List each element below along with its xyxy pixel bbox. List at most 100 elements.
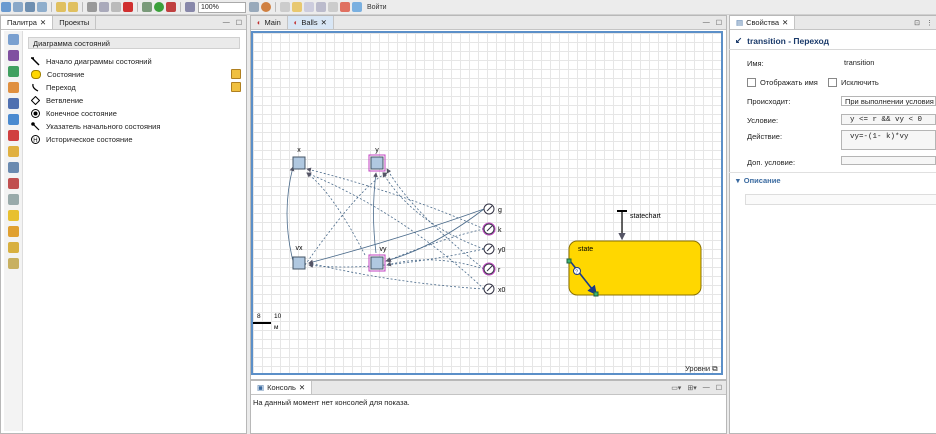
grid-icon[interactable] [280, 2, 290, 12]
variable-y[interactable] [370, 156, 384, 170]
category-actions-icon[interactable] [7, 226, 19, 237]
layout-icon[interactable] [304, 2, 314, 12]
parameter-y0[interactable]: y0 [483, 243, 506, 255]
close-icon[interactable]: ✕ [321, 18, 327, 27]
minimize-icon[interactable]: — [223, 19, 230, 26]
palette-item-history-state[interactable]: H Историческое состояние [31, 134, 132, 144]
zoom-select[interactable]: 100% [198, 1, 246, 13]
category-statechart-icon[interactable] [7, 210, 19, 221]
tab-balls[interactable]: ◐ Balls ✕ [287, 16, 334, 29]
category-connectivity-icon[interactable] [7, 242, 19, 253]
graphical-editor-canvas[interactable]: x y vx vy g k y0 r x0 statechart state ?… [251, 31, 723, 375]
palette-item-statechart-entry[interactable]: Начало диаграммы состояний [31, 56, 152, 66]
new-window-icon[interactable]: ⊡ [914, 19, 920, 27]
category-analysis-icon[interactable] [7, 50, 19, 61]
tab-projects[interactable]: Проекты [53, 16, 97, 29]
variable-vy[interactable] [370, 256, 384, 270]
levels-button[interactable]: Уровни ⧉ [685, 364, 718, 374]
category-road-icon[interactable] [7, 162, 19, 173]
scale-right-label: 10 [274, 313, 282, 320]
align-icon[interactable] [316, 2, 326, 12]
palette-section-header[interactable]: Диаграмма состояний [28, 37, 240, 49]
link-x0-x [306, 172, 485, 290]
category-agent-icon[interactable] [7, 66, 19, 77]
category-general-icon[interactable] [7, 34, 19, 45]
show-name-check[interactable] [747, 78, 756, 87]
tab-main-label: Main [264, 18, 281, 27]
copy-icon[interactable] [99, 2, 109, 12]
magnifier-icon[interactable] [249, 2, 259, 12]
pencil-icon[interactable] [231, 69, 241, 79]
close-icon[interactable]: ✕ [40, 18, 46, 27]
guard-field[interactable] [841, 156, 936, 165]
category-fluid-icon[interactable] [7, 114, 19, 125]
category-rail-icon[interactable] [7, 130, 19, 141]
levels-icon: ⧉ [712, 364, 718, 373]
occurs-select[interactable]: При выполнении условия [841, 96, 936, 106]
tab-properties[interactable]: ▤ Свойства ✕ [730, 16, 796, 29]
exclude-check[interactable] [828, 78, 837, 87]
palette-item-label: Состояние [47, 69, 85, 79]
category-pictures-icon[interactable] [7, 258, 19, 269]
build-icon[interactable] [142, 2, 152, 12]
category-pedestrian-icon[interactable] [7, 98, 19, 109]
pencil-icon[interactable] [231, 82, 241, 92]
minimize-icon[interactable]: — [703, 19, 710, 26]
open-console-icon[interactable]: ⊞▾ [687, 384, 696, 392]
maximize-icon[interactable]: ☐ [716, 384, 722, 392]
occurs-label: Происходит: [747, 97, 791, 106]
tab-palette[interactable]: Палитра ✕ [1, 16, 54, 29]
palette-item-final-state[interactable]: Конечное состояние [31, 108, 117, 118]
new-icon[interactable] [1, 2, 11, 12]
login-button[interactable]: Войти [367, 4, 387, 11]
category-presentation-icon[interactable] [7, 82, 19, 93]
warning-icon[interactable] [340, 2, 350, 12]
category-stats-icon[interactable] [7, 178, 19, 189]
tab-console[interactable]: ▣ Консоль ✕ [251, 381, 313, 394]
show-name-checkbox[interactable]: Отображать имя [747, 78, 818, 87]
parameter-x0[interactable]: x0 [483, 283, 506, 295]
parameter-r[interactable]: r [482, 262, 501, 276]
zoom-area-icon[interactable] [185, 2, 195, 12]
save-icon[interactable] [25, 2, 35, 12]
minimize-icon[interactable]: — [703, 384, 710, 391]
statechart-entry-point[interactable] [617, 210, 627, 241]
connector-icon[interactable] [328, 2, 338, 12]
close-icon[interactable]: ✕ [299, 383, 305, 392]
maximize-icon[interactable]: ☐ [236, 19, 242, 27]
exclude-checkbox[interactable]: Исключить [828, 78, 879, 87]
category-process-icon[interactable] [7, 146, 19, 157]
redo-icon[interactable] [68, 2, 78, 12]
view-menu-icon[interactable]: ⋮ [926, 19, 933, 27]
tab-main[interactable]: ◐ Main [251, 16, 288, 29]
palette-item-initial-pointer[interactable]: Указатель начального состояния [31, 121, 160, 131]
maximize-icon[interactable]: ☐ [716, 19, 722, 27]
palette-item-branch[interactable]: Ветвление [30, 95, 83, 105]
undo-icon[interactable] [56, 2, 66, 12]
palette-item-state[interactable]: Состояние [31, 69, 84, 79]
variable-x-label: x [297, 147, 301, 154]
variable-vx[interactable] [292, 256, 306, 270]
stop-icon[interactable] [166, 2, 176, 12]
debug-icon[interactable] [261, 2, 271, 12]
cut-icon[interactable] [87, 2, 97, 12]
palette-item-transition[interactable]: Переход [31, 82, 76, 92]
action-field[interactable]: vy=-(1- k)*vy [841, 130, 936, 150]
cloud-icon[interactable] [352, 2, 362, 12]
description-section[interactable]: ▾ Описание [736, 176, 781, 185]
name-field[interactable]: transition [841, 58, 936, 68]
open-icon[interactable] [13, 2, 23, 12]
save-all-icon[interactable] [37, 2, 47, 12]
condition-field[interactable]: y <= r && vy < 0 [841, 114, 936, 125]
description-field[interactable] [745, 194, 936, 205]
category-controls-icon[interactable] [7, 194, 19, 205]
parameter-g[interactable]: g [483, 203, 502, 215]
run-icon[interactable] [154, 2, 164, 12]
parameter-k[interactable]: k [482, 222, 502, 236]
variable-x[interactable] [292, 156, 306, 170]
snap-icon[interactable] [292, 2, 302, 12]
close-icon[interactable]: ✕ [782, 18, 788, 27]
delete-icon[interactable] [123, 2, 133, 12]
display-console-icon[interactable]: ▭▾ [671, 384, 681, 392]
paste-icon[interactable] [111, 2, 121, 12]
